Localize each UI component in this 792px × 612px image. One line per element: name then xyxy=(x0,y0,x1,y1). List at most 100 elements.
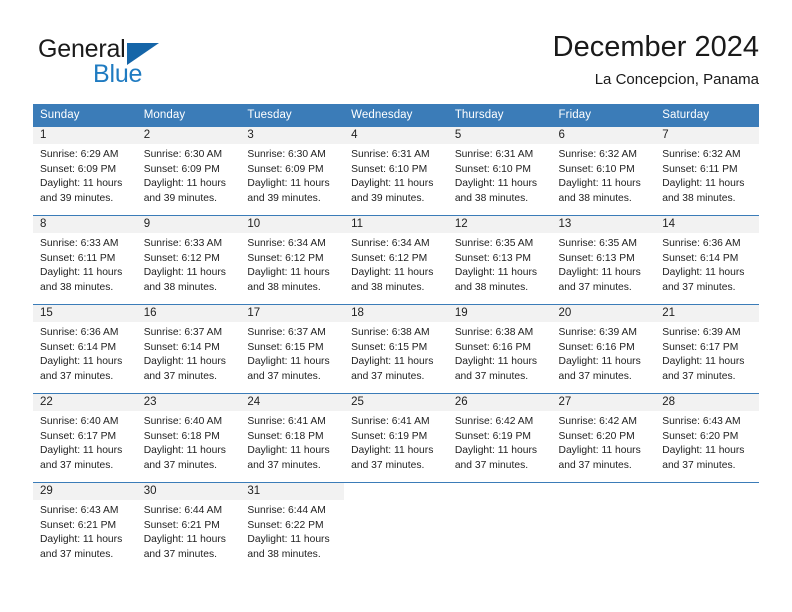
sunrise-text: Sunrise: 6:44 AM xyxy=(143,505,223,516)
daylight-text-line1: Daylight: 11 hours xyxy=(454,356,538,368)
day-number: 23 xyxy=(136,394,241,411)
daylight-text-line2: and 37 minutes. xyxy=(40,548,114,560)
sunset-text: Sunset: 6:21 PM xyxy=(143,519,220,531)
sunset-text: Sunset: 6:09 PM xyxy=(40,163,117,175)
calendar-day-cell[interactable]: 14 Sunrise: 6:36 AM Sunset: 6:14 PM Dayligh… xyxy=(655,215,759,305)
sunrise-text: Sunrise: 6:43 AM xyxy=(40,505,119,516)
day-number: 8 xyxy=(33,216,137,233)
daylight-text-line2: and 37 minutes. xyxy=(40,459,114,471)
general-blue-logo[interactable]: General Blue xyxy=(38,35,218,91)
calendar-day-cell[interactable]: 6 Sunrise: 6:32 AM Sunset: 6:10 PM Daylight… xyxy=(551,126,656,216)
calendar-day-cell[interactable]: 23 Sunrise: 6:40 AM Sunset: 6:18 PM Dayligh… xyxy=(136,393,241,483)
calendar-day-cell[interactable]: 28 Sunrise: 6:43 AM Sunset: 6:20 PM Dayligh… xyxy=(655,393,759,483)
calendar-day-cell[interactable]: 13 Sunrise: 6:35 AM Sunset: 6:13 PM Dayligh… xyxy=(551,215,656,305)
calendar-day-cell[interactable]: 27 Sunrise: 6:42 AM Sunset: 6:20 PM Dayligh… xyxy=(551,393,656,483)
day-cell-inner: 31 Sunrise: 6:44 AM Sunset: 6:22 PM Dayligh… xyxy=(240,483,345,571)
day-cell-inner: 18 Sunrise: 6:38 AM Sunset: 6:15 PM Dayligh… xyxy=(344,305,448,393)
calendar-day-cell[interactable]: 4 Sunrise: 6:31 AM Sunset: 6:10 PM Daylight… xyxy=(344,126,448,216)
day-cell-inner: 3 Sunrise: 6:30 AM Sunset: 6:09 PM Daylight… xyxy=(240,127,345,215)
calendar-day-cell[interactable]: 16 Sunrise: 6:37 AM Sunset: 6:14 PM Dayligh… xyxy=(136,304,241,394)
sunrise-text: Sunrise: 6:42 AM xyxy=(454,416,534,427)
daylight-text-line1: Daylight: 11 hours xyxy=(454,178,538,190)
calendar-day-cell-empty xyxy=(447,482,552,571)
calendar-day-cell[interactable]: 17 Sunrise: 6:37 AM Sunset: 6:15 PM Dayligh… xyxy=(240,304,345,394)
weekday-header-sunday: Sunday xyxy=(33,104,137,127)
calendar-day-cell[interactable]: 1 Sunrise: 6:29 AM Sunset: 6:09 PM Daylight… xyxy=(33,126,137,216)
sunset-text: Sunset: 6:17 PM xyxy=(40,430,117,442)
day-number: 18 xyxy=(344,305,448,322)
daylight-text-line2: and 38 minutes. xyxy=(351,281,425,293)
sunset-text: Sunset: 6:11 PM xyxy=(40,252,116,264)
day-cell-inner: 4 Sunrise: 6:31 AM Sunset: 6:10 PM Daylight… xyxy=(344,127,448,215)
day-cell-inner xyxy=(552,483,656,571)
calendar-day-cell[interactable]: 24 Sunrise: 6:41 AM Sunset: 6:18 PM Dayligh… xyxy=(240,393,345,483)
daylight-text-line2: and 39 minutes. xyxy=(40,192,114,204)
day-number: 17 xyxy=(240,305,345,322)
sunset-text: Sunset: 6:18 PM xyxy=(247,430,324,442)
calendar-day-cell[interactable]: 10 Sunrise: 6:34 AM Sunset: 6:12 PM Dayligh… xyxy=(240,215,345,305)
day-cell-inner: 28 Sunrise: 6:43 AM Sunset: 6:20 PM Dayligh… xyxy=(655,394,759,482)
day-number: 11 xyxy=(344,216,448,233)
sunset-text: Sunset: 6:09 PM xyxy=(143,163,220,175)
day-cell-details: Sunrise: 6:39 AM Sunset: 6:17 PM Daylight:… xyxy=(655,322,759,384)
sunrise-text: Sunrise: 6:33 AM xyxy=(143,238,223,249)
page-title: December 2024 xyxy=(552,31,759,63)
calendar-day-cell[interactable]: 5 Sunrise: 6:31 AM Sunset: 6:10 PM Daylight… xyxy=(447,126,552,216)
day-cell-inner: 12 Sunrise: 6:35 AM Sunset: 6:13 PM Dayligh… xyxy=(447,216,552,304)
daylight-text-line1: Daylight: 11 hours xyxy=(143,445,226,457)
weekday-header-saturday: Saturday xyxy=(655,104,759,127)
daylight-text-line2: and 38 minutes. xyxy=(247,281,321,293)
sunset-text: Sunset: 6:10 PM xyxy=(351,163,428,175)
calendar-day-cell[interactable]: 2 Sunrise: 6:30 AM Sunset: 6:09 PM Daylight… xyxy=(136,126,241,216)
sunset-text: Sunset: 6:14 PM xyxy=(662,252,739,264)
day-number: 13 xyxy=(551,216,656,233)
calendar-day-cell[interactable]: 29 Sunrise: 6:43 AM Sunset: 6:21 PM Dayligh… xyxy=(33,482,137,571)
day-cell-details: Sunrise: 6:44 AM Sunset: 6:21 PM Daylight:… xyxy=(137,500,241,562)
calendar-day-cell[interactable]: 19 Sunrise: 6:38 AM Sunset: 6:16 PM Dayligh… xyxy=(447,304,552,394)
daylight-text-line1: Daylight: 11 hours xyxy=(143,178,226,190)
day-number: 14 xyxy=(655,216,759,233)
day-number xyxy=(655,483,759,500)
calendar-day-cell[interactable]: 22 Sunrise: 6:40 AM Sunset: 6:17 PM Dayligh… xyxy=(33,393,137,483)
day-cell-inner: 21 Sunrise: 6:39 AM Sunset: 6:17 PM Dayligh… xyxy=(655,305,759,393)
daylight-text-line1: Daylight: 11 hours xyxy=(558,445,641,457)
daylight-text-line1: Daylight: 11 hours xyxy=(247,178,330,190)
calendar-day-cell[interactable]: 9 Sunrise: 6:33 AM Sunset: 6:12 PM Daylight… xyxy=(136,215,241,305)
daylight-text-line1: Daylight: 11 hours xyxy=(247,534,330,546)
calendar-day-cell[interactable]: 7 Sunrise: 6:32 AM Sunset: 6:11 PM Daylight… xyxy=(655,126,759,216)
calendar-day-cell[interactable]: 30 Sunrise: 6:44 AM Sunset: 6:21 PM Dayligh… xyxy=(136,482,241,571)
daylight-text-line2: and 37 minutes. xyxy=(247,370,321,382)
page-subtitle: La Concepcion, Panama xyxy=(594,71,759,88)
day-cell-inner: 9 Sunrise: 6:33 AM Sunset: 6:12 PM Daylight… xyxy=(136,216,241,304)
day-number: 29 xyxy=(33,483,137,500)
day-cell-inner: 24 Sunrise: 6:41 AM Sunset: 6:18 PM Dayligh… xyxy=(240,394,345,482)
day-number: 15 xyxy=(33,305,137,322)
calendar-day-cell[interactable]: 31 Sunrise: 6:44 AM Sunset: 6:22 PM Dayligh… xyxy=(240,482,345,571)
day-number: 20 xyxy=(551,305,656,322)
calendar-day-cell[interactable]: 18 Sunrise: 6:38 AM Sunset: 6:15 PM Dayligh… xyxy=(344,304,448,394)
sunrise-text: Sunrise: 6:37 AM xyxy=(143,327,223,338)
calendar-day-cell[interactable]: 3 Sunrise: 6:30 AM Sunset: 6:09 PM Daylight… xyxy=(240,126,345,216)
calendar-day-cell[interactable]: 8 Sunrise: 6:33 AM Sunset: 6:11 PM Daylight… xyxy=(33,215,137,305)
day-number: 19 xyxy=(447,305,552,322)
calendar-day-cell[interactable]: 26 Sunrise: 6:42 AM Sunset: 6:19 PM Dayligh… xyxy=(447,393,552,483)
day-number: 31 xyxy=(240,483,345,500)
day-cell-inner: 7 Sunrise: 6:32 AM Sunset: 6:11 PM Daylight… xyxy=(655,127,759,215)
day-cell-details: Sunrise: 6:30 AM Sunset: 6:09 PM Daylight:… xyxy=(240,144,344,206)
daylight-text-line2: and 37 minutes. xyxy=(662,459,736,471)
day-number xyxy=(448,483,552,500)
sunset-text: Sunset: 6:19 PM xyxy=(351,430,428,442)
daylight-text-line1: Daylight: 11 hours xyxy=(558,178,641,190)
daylight-text-line1: Daylight: 11 hours xyxy=(351,356,434,368)
calendar-day-cell[interactable]: 25 Sunrise: 6:41 AM Sunset: 6:19 PM Dayligh… xyxy=(344,393,448,483)
daylight-text-line2: and 38 minutes. xyxy=(247,548,321,560)
calendar-day-cell[interactable]: 11 Sunrise: 6:34 AM Sunset: 6:12 PM Dayligh… xyxy=(344,215,448,305)
daylight-text-line1: Daylight: 11 hours xyxy=(454,267,538,279)
calendar-day-cell[interactable]: 12 Sunrise: 6:35 AM Sunset: 6:13 PM Dayligh… xyxy=(447,215,552,305)
calendar-day-cell[interactable]: 21 Sunrise: 6:39 AM Sunset: 6:17 PM Dayligh… xyxy=(655,304,759,394)
sunrise-text: Sunrise: 6:32 AM xyxy=(662,149,741,160)
day-cell-inner: 30 Sunrise: 6:44 AM Sunset: 6:21 PM Dayligh… xyxy=(136,483,241,571)
calendar-week-row: 15 Sunrise: 6:36 AM Sunset: 6:14 PM Dayligh… xyxy=(33,304,759,394)
calendar-day-cell[interactable]: 20 Sunrise: 6:39 AM Sunset: 6:16 PM Dayligh… xyxy=(551,304,656,394)
calendar-day-cell[interactable]: 15 Sunrise: 6:36 AM Sunset: 6:14 PM Dayligh… xyxy=(33,304,137,394)
